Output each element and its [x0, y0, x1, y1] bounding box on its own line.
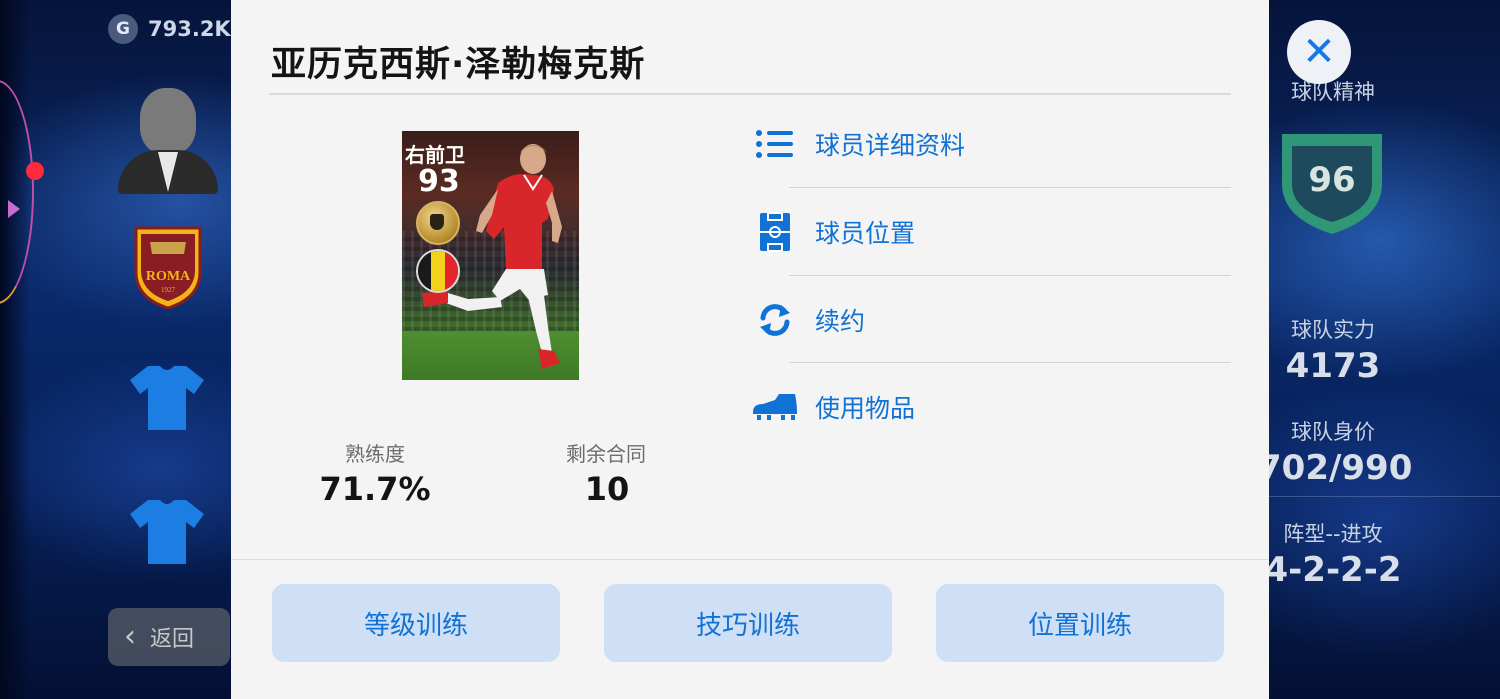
flag-stripe-yellow: [431, 251, 445, 291]
position-training-label: 位置训练: [1027, 610, 1132, 641]
player-modal: 亚历克西斯·泽勒梅克斯 右前卫 93 熟练度 71.7% 剩余合同 10 球员详…: [231, 0, 1269, 699]
level-training-label: 等级训练: [363, 610, 468, 641]
chevron-left-icon: ‹: [124, 619, 136, 654]
team-spirit-value: 96: [1308, 160, 1356, 200]
menu-label-use-item: 使用物品: [815, 393, 916, 423]
club-badge-year: 1927: [161, 286, 176, 294]
team-value-value: 702/990: [1258, 448, 1413, 488]
pitch-icon: [751, 211, 799, 252]
manager-avatar[interactable]: [118, 82, 218, 194]
boot-icon: [751, 387, 799, 427]
menu-item-use-item[interactable]: 使用物品: [751, 363, 1231, 450]
close-icon: ✕: [1302, 29, 1336, 75]
list-icon: [751, 124, 799, 164]
title-divider: [269, 93, 1231, 95]
menu-label-player-position: 球员位置: [815, 218, 916, 248]
roma-crest-icon: ROMA 1927: [134, 226, 202, 310]
contract-value: 10: [584, 470, 630, 508]
back-button[interactable]: ‹ 返回: [108, 608, 230, 666]
nationality-flag-icon: [416, 249, 460, 293]
stats-divider: [1268, 496, 1500, 497]
side-menu-arrow-icon[interactable]: [8, 200, 20, 218]
player-card[interactable]: 右前卫 93: [402, 131, 579, 380]
level-training-button[interactable]: 等级训练: [272, 584, 560, 662]
skill-training-button[interactable]: 技巧训练: [604, 584, 892, 662]
close-button[interactable]: ✕: [1287, 20, 1351, 84]
manager-head: [140, 88, 196, 154]
team-stats-panel: 球队精神 96 球队实力 4173 球队身价 702/990 阵型--进攻 4-…: [1258, 0, 1500, 699]
card-rating: 93: [418, 164, 460, 199]
back-label: 返回: [150, 627, 195, 652]
gp-coin-icon: G: [108, 14, 138, 44]
proficiency-label: 熟练度: [345, 442, 405, 466]
skill-training-label: 技巧训练: [695, 610, 800, 641]
coin-balance: G 793.2K: [108, 14, 231, 44]
team-value-label: 球队身价: [1291, 420, 1375, 444]
refresh-icon: [751, 300, 799, 340]
team-strength-value: 4173: [1285, 346, 1381, 386]
menu-item-player-details[interactable]: 球员详细资料: [751, 100, 1231, 187]
club-badge-name: ROMA: [146, 269, 191, 284]
formation-label: 阵型--进攻: [1283, 522, 1383, 546]
contract-label: 剩余合同: [566, 442, 646, 466]
player-name: 亚历克西斯·泽勒梅克斯: [271, 45, 646, 85]
away-kit-icon[interactable]: [128, 496, 206, 566]
menu-item-player-position[interactable]: 球员位置: [751, 188, 1231, 275]
menu-item-renew-contract[interactable]: 续约: [751, 276, 1231, 363]
coin-amount: 793.2K: [148, 17, 231, 41]
club-badge[interactable]: ROMA 1927: [132, 222, 204, 310]
proficiency-value: 71.7%: [319, 470, 431, 508]
team-strength-label: 球队实力: [1291, 318, 1375, 342]
formation-value: 4-2-2-2: [1264, 550, 1402, 590]
actions-divider: [231, 559, 1269, 560]
notification-dot: [26, 162, 44, 180]
card-tier-medal-icon: [416, 201, 460, 245]
menu-label-renew-contract: 续约: [815, 306, 866, 336]
home-kit-icon[interactable]: [128, 362, 206, 432]
menu-label-player-details: 球员详细资料: [815, 130, 966, 160]
position-training-button[interactable]: 位置训练: [936, 584, 1224, 662]
